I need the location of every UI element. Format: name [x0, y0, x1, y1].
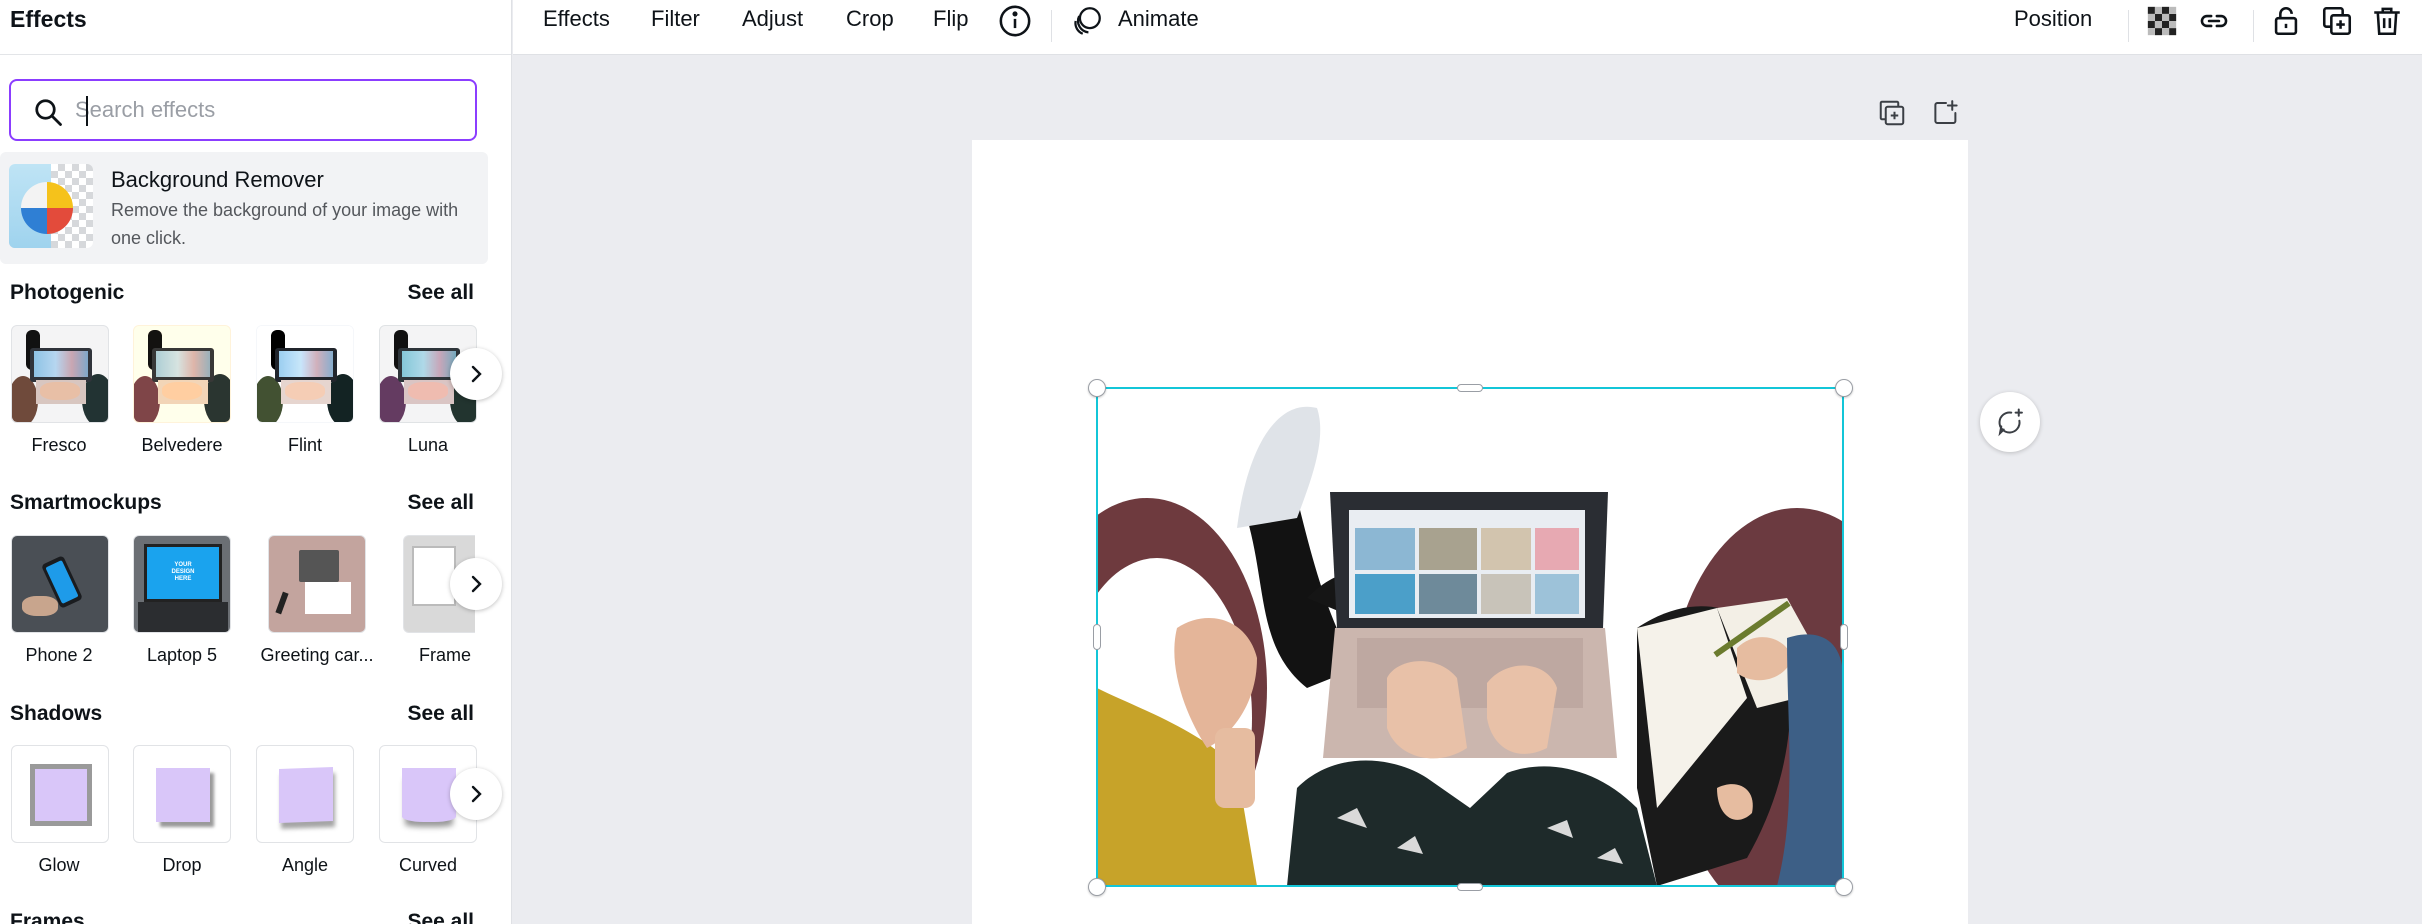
background-remover-title: Background Remover — [111, 167, 324, 192]
background-remover-thumbnail — [9, 164, 93, 248]
duplicate-icon[interactable] — [2320, 4, 2354, 38]
smartmockups-row: YOUR DESIGN HERE Phone 2 Laptop 5 Greeti… — [0, 535, 511, 675]
see-all-shadows[interactable]: See all — [407, 702, 474, 726]
share-page-icon[interactable] — [1931, 98, 1961, 128]
chevron-right-icon — [471, 575, 482, 593]
transparency-icon[interactable] — [2145, 4, 2179, 38]
toolbar-flip-button[interactable]: Flip — [933, 6, 968, 32]
toolbar-animate-button[interactable]: Animate — [1118, 6, 1199, 32]
canvas-area — [513, 56, 2422, 924]
toolbar-filter-button[interactable]: Filter — [651, 6, 700, 32]
photogenic-next-button[interactable] — [450, 348, 502, 400]
shadow-label-curved: Curved — [398, 855, 458, 875]
shadow-tile-glow[interactable] — [11, 745, 109, 843]
add-page-icon[interactable] — [1877, 98, 1907, 128]
resize-handle-left[interactable] — [1093, 624, 1101, 650]
mockup-tile-laptop-5[interactable]: YOUR DESIGN HERE — [133, 535, 231, 633]
mockup-label-phone-2: Phone 2 — [25, 645, 93, 665]
shadow-label-glow: Glow — [38, 855, 80, 875]
shadow-label-drop: Drop — [162, 855, 202, 875]
section-title-frames: Frames — [10, 910, 85, 924]
mockup-tile-greeting-card[interactable] — [268, 535, 366, 633]
shadows-row: Glow Drop Angle Curved — [0, 745, 511, 885]
trash-icon[interactable] — [2370, 4, 2404, 38]
chevron-right-icon — [471, 365, 482, 383]
mockup-screen-text: YOUR DESIGN HERE — [171, 562, 195, 582]
effect-tile-belvedere[interactable] — [133, 325, 231, 423]
toolbar-adjust-button[interactable]: Adjust — [742, 6, 803, 32]
effect-label-fresco: Fresco — [31, 435, 87, 455]
resize-handle-right[interactable] — [1840, 624, 1848, 650]
resize-handle-bottom[interactable] — [1457, 883, 1483, 891]
section-title-shadows: Shadows — [10, 702, 103, 725]
search-input[interactable] — [75, 91, 455, 129]
effect-label-flint: Flint — [287, 435, 322, 455]
see-all-photogenic[interactable]: See all — [407, 281, 474, 305]
effect-tile-fresco[interactable] — [11, 325, 109, 423]
photogenic-row: Fresco Belvedere Flint Luna — [0, 325, 511, 465]
see-all-smartmockups[interactable]: See all — [407, 491, 474, 515]
mockup-label-greeting-card: Greeting car... — [260, 645, 374, 665]
background-remover-card[interactable]: Background Remover Remove the background… — [0, 152, 488, 264]
toolbar-divider — [2253, 10, 2254, 42]
mockup-label-frame: Frame — [418, 645, 471, 665]
chevron-right-icon — [471, 785, 482, 803]
add-comment-button[interactable] — [1980, 392, 2040, 452]
toolbar-divider — [2128, 10, 2129, 42]
selection-box — [1096, 387, 1844, 887]
effect-label-belvedere: Belvedere — [141, 435, 223, 455]
text-caret — [86, 96, 88, 126]
resize-handle-top-left[interactable] — [1088, 379, 1106, 397]
shadow-tile-drop[interactable] — [133, 745, 231, 843]
resize-handle-top-right[interactable] — [1835, 379, 1853, 397]
info-icon[interactable] — [998, 4, 1032, 38]
smartmockups-next-button[interactable] — [450, 558, 502, 610]
shadow-label-angle: Angle — [281, 855, 329, 875]
panel-title: Effects — [10, 6, 87, 32]
lock-icon[interactable] — [2269, 4, 2303, 38]
editor-app: Effects Background Remover Remove the ba… — [0, 0, 2422, 924]
section-title-photogenic: Photogenic — [10, 281, 125, 304]
resize-handle-bottom-right[interactable] — [1835, 878, 1853, 896]
add-comment-icon — [1998, 408, 2023, 437]
resize-handle-top[interactable] — [1457, 384, 1483, 392]
mockup-tile-phone-2[interactable] — [11, 535, 109, 633]
see-all-frames[interactable]: See all — [407, 910, 474, 924]
panel-divider — [0, 54, 511, 55]
effects-panel: Effects Background Remover Remove the ba… — [0, 0, 512, 924]
effect-tile-flint[interactable] — [256, 325, 354, 423]
toolbar-crop-button[interactable]: Crop — [846, 6, 894, 32]
effect-label-luna: Luna — [407, 435, 449, 455]
resize-handle-bottom-left[interactable] — [1088, 878, 1106, 896]
mockup-label-laptop-5: Laptop 5 — [146, 645, 218, 665]
search-box[interactable] — [9, 79, 477, 141]
toolbar-divider — [1051, 10, 1052, 42]
section-title-smartmockups: Smartmockups — [10, 491, 162, 514]
search-icon — [35, 99, 62, 126]
top-toolbar: Effects Filter Adjust Crop Flip Animate … — [513, 0, 2422, 55]
toolbar-effects-button[interactable]: Effects — [543, 6, 610, 32]
background-remover-description: Remove the background of your image with… — [111, 200, 459, 248]
link-icon[interactable] — [2197, 4, 2231, 38]
toolbar-position-button[interactable]: Position — [2014, 6, 2092, 32]
animate-icon[interactable] — [1070, 4, 1104, 38]
shadow-tile-angle[interactable] — [256, 745, 354, 843]
shadows-next-button[interactable] — [450, 768, 502, 820]
